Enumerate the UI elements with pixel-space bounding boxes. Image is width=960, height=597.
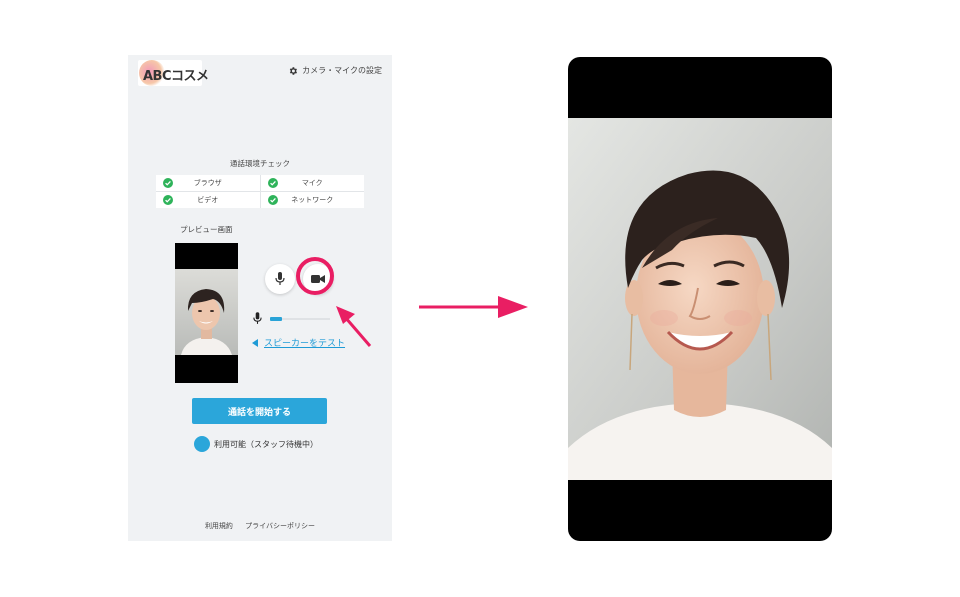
pointer-arrow-icon <box>336 306 372 347</box>
video-face-image <box>568 118 832 480</box>
right-arrow-icon <box>419 296 528 318</box>
enlarged-video-screen <box>568 57 832 541</box>
